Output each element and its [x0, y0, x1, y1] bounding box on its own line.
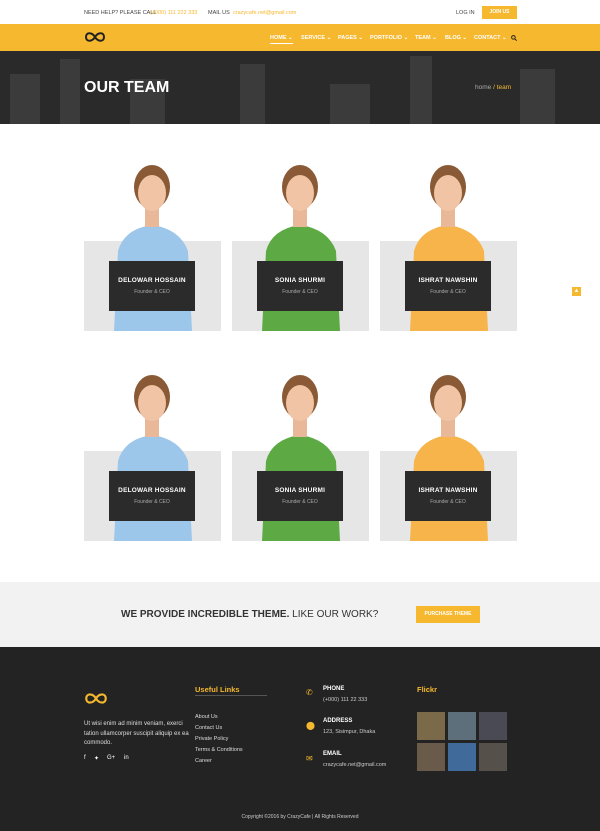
email-heading: EMAIL — [323, 751, 342, 757]
copyright: Copyright ©2016 by CrazyCafe | All Right… — [241, 814, 359, 820]
member-info-box: DELOWAR HOSSAIN Founder & CEO — [109, 261, 195, 311]
address-heading: ADDRESS — [323, 718, 353, 724]
flickr-thumbnail[interactable] — [479, 712, 507, 740]
footer-link-about[interactable]: About Us — [195, 714, 218, 720]
member-name: ISHRAT NAWSHIN — [418, 277, 478, 284]
location-icon: ⬤ — [306, 721, 315, 730]
phone-link[interactable]: (+000) 111 222 333 — [150, 10, 197, 16]
member-info-box: ISHRAT NAWSHIN Founder & CEO — [405, 261, 491, 311]
divider — [195, 695, 267, 696]
facebook-icon[interactable]: f — [84, 755, 86, 761]
nav-item-portfolio[interactable]: PORTFOLIO ⌄ — [370, 35, 408, 41]
linkedin-icon[interactable]: in — [124, 755, 129, 761]
flickr-title: Flickr — [417, 685, 438, 694]
nav-item-home[interactable]: HOME ⌄ — [270, 35, 293, 44]
footer-about-text: Ut wisi enim ad minim veniam, exerci tat… — [84, 721, 189, 746]
main-nav: HOME ⌄ SERVICE ⌄ PAGES ⌄ PORTFOLIO ⌄ TEA… — [0, 24, 600, 51]
flickr-thumbnail[interactable] — [448, 743, 476, 771]
phone-icon: ✆ — [306, 688, 313, 697]
nav-item-blog[interactable]: BLOG ⌄ — [445, 35, 467, 41]
footer-link-contact[interactable]: Contact Us — [195, 725, 222, 731]
address-value: 123, Sisimpur, Dhaka — [323, 729, 376, 735]
member-info-box: SONIA SHURMI Founder & CEO — [257, 471, 343, 521]
twitter-icon[interactable]: ✦ — [94, 755, 99, 762]
help-label: NEED HELP? PLEASE CALL — [84, 10, 157, 16]
member-name: DELOWAR HOSSAIN — [118, 277, 186, 284]
member-role: Founder & CEO — [134, 289, 170, 295]
footer-link-career[interactable]: Career — [195, 758, 212, 764]
footer-link-privacy[interactable]: Private Policy — [195, 736, 228, 742]
flickr-thumbnail[interactable] — [479, 743, 507, 771]
member-name: DELOWAR HOSSAIN — [118, 487, 186, 494]
footer-link-terms[interactable]: Terms & Conditions — [195, 747, 243, 753]
search-icon[interactable] — [511, 35, 517, 41]
team-member-card[interactable]: DELOWAR HOSSAIN Founder & CEO — [84, 161, 221, 331]
useful-links-title: Useful Links — [195, 685, 240, 694]
nav-item-team[interactable]: TEAM ⌄ — [415, 35, 437, 41]
login-link[interactable]: LOG IN — [456, 10, 475, 16]
team-member-card[interactable]: SONIA SHURMI Founder & CEO — [232, 161, 369, 331]
member-role: Founder & CEO — [430, 289, 466, 295]
phone-heading: PHONE — [323, 686, 345, 692]
flickr-thumbnail[interactable] — [417, 743, 445, 771]
member-info-box: SONIA SHURMI Founder & CEO — [257, 261, 343, 311]
member-role: Founder & CEO — [282, 499, 318, 505]
flickr-thumbnail[interactable] — [448, 712, 476, 740]
breadcrumb: home / team — [475, 84, 511, 91]
nav-item-service[interactable]: SERVICE ⌄ — [301, 35, 331, 41]
cta-text: WE PROVIDE INCREDIBLE THEME. LIKE OUR WO… — [121, 609, 379, 620]
nav-item-contact[interactable]: CONTACT ⌄ — [474, 35, 507, 41]
nav-item-pages[interactable]: PAGES ⌄ — [338, 35, 363, 41]
member-role: Founder & CEO — [134, 499, 170, 505]
member-role: Founder & CEO — [282, 289, 318, 295]
member-name: SONIA SHURMI — [274, 277, 326, 284]
email-value[interactable]: crazycafe.net@gmail.com — [323, 762, 386, 768]
phone-value: (+000) 111 22 333 — [323, 697, 368, 703]
flickr-thumbnail[interactable] — [417, 712, 445, 740]
cta-banner: WE PROVIDE INCREDIBLE THEME. LIKE OUR WO… — [0, 582, 600, 647]
member-name: ISHRAT NAWSHIN — [418, 487, 478, 494]
email-link[interactable]: crazycafe.net@gmail.com — [233, 10, 296, 16]
member-info-box: DELOWAR HOSSAIN Founder & CEO — [109, 471, 195, 521]
scroll-top-button[interactable]: ▲ — [572, 287, 581, 296]
team-member-card[interactable]: ISHRAT NAWSHIN Founder & CEO — [380, 161, 517, 331]
team-member-card[interactable]: SONIA SHURMI Founder & CEO — [232, 371, 369, 541]
member-info-box: ISHRAT NAWSHIN Founder & CEO — [405, 471, 491, 521]
footer-logo-icon[interactable] — [84, 692, 108, 705]
page-header-banner: OUR TEAM home / team — [0, 51, 600, 124]
top-bar: NEED HELP? PLEASE CALL (+000) 111 222 33… — [0, 0, 600, 24]
breadcrumb-home[interactable]: home — [475, 84, 491, 91]
team-member-card[interactable]: ISHRAT NAWSHIN Founder & CEO — [380, 371, 517, 541]
footer: Ut wisi enim ad minim veniam, exerci tat… — [0, 647, 600, 831]
breadcrumb-current: / team — [493, 84, 512, 91]
mail-label: MAIL US — [208, 10, 230, 16]
google-plus-icon[interactable]: G+ — [107, 755, 115, 761]
logo-infinity-icon[interactable] — [84, 31, 106, 43]
team-member-card[interactable]: DELOWAR HOSSAIN Founder & CEO — [84, 371, 221, 541]
member-role: Founder & CEO — [430, 499, 466, 505]
join-us-button[interactable]: JOIN US — [482, 6, 517, 19]
member-name: SONIA SHURMI — [274, 487, 326, 494]
envelope-icon: ✉ — [306, 754, 313, 763]
purchase-theme-button[interactable]: PURCHASE THEME — [416, 606, 480, 623]
page-title: OUR TEAM — [84, 79, 170, 96]
